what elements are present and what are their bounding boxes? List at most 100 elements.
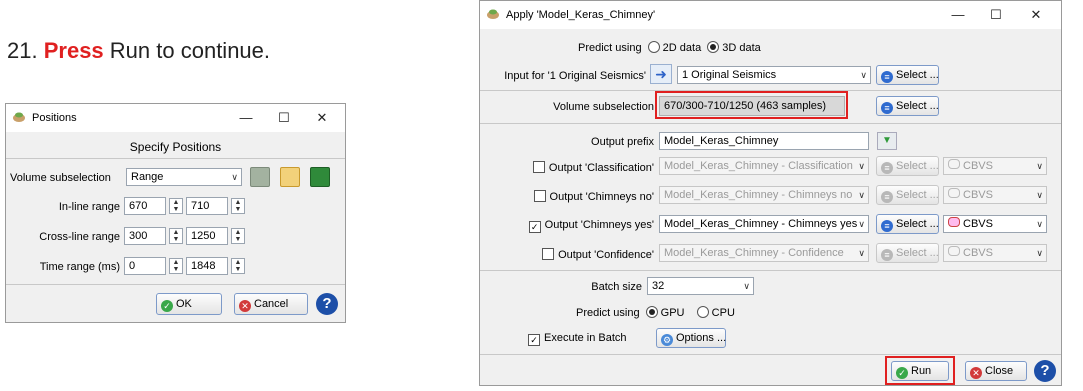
divider bbox=[480, 354, 1061, 355]
radio-3d-label[interactable]: 3D data bbox=[722, 42, 761, 54]
classification-select-button: ≡ Select ... bbox=[876, 156, 939, 176]
app-icon bbox=[487, 9, 499, 19]
chevron-down-icon: ∨ bbox=[1036, 161, 1043, 171]
output-confidence-value: Model_Keras_Chimney - Confidence bbox=[664, 247, 844, 259]
maximize-button[interactable]: ☐ bbox=[981, 5, 1011, 25]
volume-select-button[interactable]: ≡ Select ... bbox=[876, 96, 939, 116]
radio-gpu[interactable] bbox=[645, 306, 658, 318]
select-label: Select ... bbox=[896, 218, 939, 230]
inline-to-spinner[interactable]: ▲ ▼ bbox=[231, 198, 245, 214]
minimize-button[interactable]: — bbox=[231, 108, 261, 128]
inline-from-field[interactable]: 670 bbox=[124, 197, 166, 215]
chevron-down-icon: ∨ bbox=[743, 281, 750, 291]
close-icon: ✕ bbox=[970, 367, 982, 379]
help-icon[interactable]: ? bbox=[1034, 360, 1056, 382]
chimneys-yes-format-combo[interactable]: CBVS ∨ bbox=[943, 215, 1047, 233]
radio-3d[interactable] bbox=[707, 41, 720, 53]
checkbox-execute-batch[interactable]: ✓ bbox=[528, 334, 540, 346]
checkbox-chimneys-yes[interactable]: ✓ bbox=[528, 221, 541, 233]
database-icon: ≡ bbox=[881, 191, 893, 203]
format-icon bbox=[948, 217, 960, 227]
chimneys-no-select-button: ≡ Select ... bbox=[876, 185, 939, 205]
output-classification-combo: Model_Keras_Chimney - Classification ∨ bbox=[659, 157, 869, 175]
input-label: Input for '1 Original Seismics' bbox=[504, 70, 646, 82]
inline-from-spinner[interactable]: ▲ ▼ bbox=[169, 198, 183, 214]
crossline-to-field[interactable]: 1250 bbox=[186, 227, 228, 245]
output-prefix-label: Output prefix bbox=[591, 136, 654, 148]
radio-2d-label[interactable]: 2D data bbox=[663, 42, 702, 54]
volume-subselection-combo[interactable]: Range ∨ bbox=[126, 168, 242, 186]
select-label: Select ... bbox=[896, 189, 939, 201]
cancel-icon: ✕ bbox=[239, 300, 251, 312]
output-confidence-row[interactable]: Output 'Confidence' bbox=[482, 248, 654, 261]
chimneys-yes-select-button[interactable]: ≡ Select ... bbox=[876, 214, 939, 234]
instruction-text: 21. Press Run to continue. bbox=[7, 38, 270, 64]
press-word: Press bbox=[43, 38, 104, 63]
options-label: Options ... bbox=[676, 332, 727, 344]
radio-cpu[interactable] bbox=[696, 306, 709, 318]
close-window-button[interactable]: ✕ bbox=[307, 108, 337, 128]
grid-icon[interactable] bbox=[250, 167, 270, 187]
crossline-to-spinner[interactable]: ▲ ▼ bbox=[231, 228, 245, 244]
crossline-from-spinner[interactable]: ▲ ▼ bbox=[169, 228, 183, 244]
positions-titlebar: Positions — ☐ ✕ bbox=[6, 104, 345, 132]
cancel-button[interactable]: ✕ Cancel bbox=[234, 293, 308, 315]
batch-size-combo[interactable]: 32 ∨ bbox=[647, 277, 754, 295]
volume-subselection-label: Volume subselection bbox=[553, 101, 654, 113]
dropdown-arrow-icon[interactable]: ▼ bbox=[877, 132, 897, 150]
chimneys-yes-format-value: CBVS bbox=[963, 218, 993, 230]
radio-gpu-label[interactable]: GPU bbox=[661, 307, 685, 319]
arrow-right-icon[interactable]: ➜ bbox=[650, 64, 672, 84]
options-button[interactable]: ⚙ Options ... bbox=[656, 328, 726, 348]
time-to-spinner[interactable]: ▲ ▼ bbox=[231, 258, 245, 274]
confidence-format-value: CBVS bbox=[963, 247, 993, 259]
check-icon: ✓ bbox=[161, 300, 173, 312]
minimize-button[interactable]: — bbox=[943, 5, 973, 25]
time-from-spinner[interactable]: ▲ ▼ bbox=[169, 258, 183, 274]
open-folder-icon[interactable] bbox=[280, 167, 300, 187]
database-icon: ≡ bbox=[881, 162, 893, 174]
format-icon bbox=[948, 246, 960, 256]
confidence-format-combo: CBVS ∨ bbox=[943, 244, 1047, 262]
radio-cpu-label[interactable]: CPU bbox=[712, 307, 735, 319]
output-confidence-combo: Model_Keras_Chimney - Confidence ∨ bbox=[659, 244, 869, 262]
crossline-from-field[interactable]: 300 bbox=[124, 227, 166, 245]
output-chimneys-yes-row[interactable]: ✓ Output 'Chimneys yes' bbox=[482, 219, 654, 233]
radio-2d[interactable] bbox=[647, 41, 660, 53]
time-to-field[interactable]: 1848 bbox=[186, 257, 228, 275]
app-icon bbox=[13, 112, 25, 122]
output-chimneys-yes-combo[interactable]: Model_Keras_Chimney - Chimneys yes ∨ bbox=[659, 215, 869, 233]
database-icon: ≡ bbox=[881, 102, 893, 114]
checkbox-confidence[interactable] bbox=[542, 248, 555, 260]
output-chimneys-no-row[interactable]: Output 'Chimneys no' bbox=[482, 190, 654, 203]
chevron-down-icon: ∨ bbox=[858, 161, 865, 171]
close-label: Close bbox=[985, 365, 1014, 377]
format-icon bbox=[948, 159, 960, 169]
execute-in-batch-label: Execute in Batch bbox=[544, 332, 627, 344]
save-icon[interactable] bbox=[310, 167, 330, 187]
inline-to-field[interactable]: 710 bbox=[186, 197, 228, 215]
output-prefix-field[interactable]: Model_Keras_Chimney bbox=[659, 132, 869, 150]
maximize-button[interactable]: ☐ bbox=[269, 108, 299, 128]
checkbox-classification[interactable] bbox=[532, 161, 545, 173]
execute-in-batch-row[interactable]: ✓ Execute in Batch bbox=[528, 332, 627, 346]
checkbox-chimneys-no[interactable] bbox=[533, 190, 546, 202]
ok-label: OK bbox=[176, 298, 192, 310]
select-label: Select ... bbox=[896, 160, 939, 172]
close-window-button[interactable]: ✕ bbox=[1021, 5, 1051, 25]
time-from-field[interactable]: 0 bbox=[124, 257, 166, 275]
input-combo[interactable]: 1 Original Seismics ∨ bbox=[677, 66, 871, 84]
chevron-down-icon: ∨ bbox=[858, 248, 865, 258]
output-chimneys-yes-label: Output 'Chimneys yes' bbox=[544, 219, 654, 231]
ok-button[interactable]: ✓ OK bbox=[156, 293, 222, 315]
volume-subselection-label: Volume subselection bbox=[10, 172, 111, 184]
output-classification-row[interactable]: Output 'Classification' bbox=[482, 161, 654, 174]
input-select-button[interactable]: ≡ Select ... bbox=[876, 65, 939, 85]
output-chimneys-no-value: Model_Keras_Chimney - Chimneys no bbox=[664, 189, 853, 201]
divider bbox=[480, 123, 1061, 124]
output-chimneys-yes-value: Model_Keras_Chimney - Chimneys yes bbox=[664, 218, 858, 230]
cancel-label: Cancel bbox=[254, 298, 289, 310]
close-button[interactable]: ✕ Close bbox=[965, 361, 1027, 381]
gear-icon: ⚙ bbox=[661, 334, 673, 346]
help-icon[interactable]: ? bbox=[316, 293, 338, 315]
